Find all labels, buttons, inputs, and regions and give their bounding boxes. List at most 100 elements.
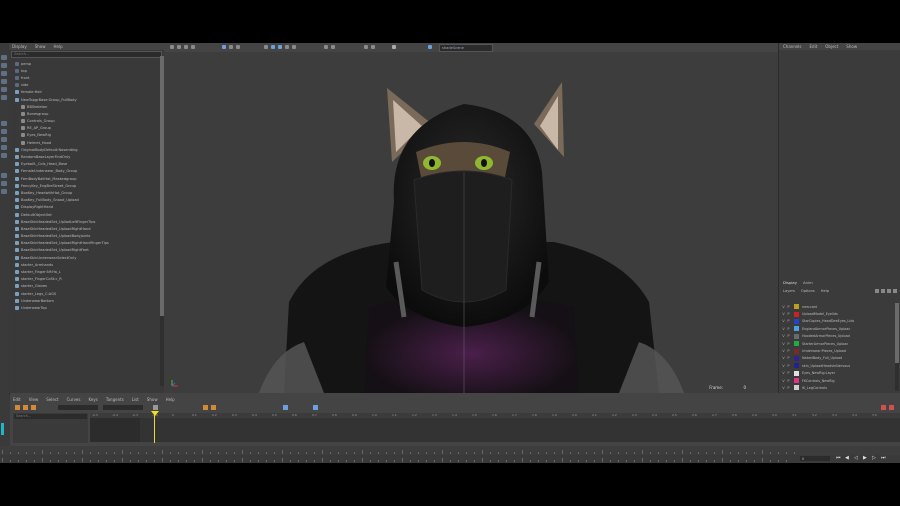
image-plane-icon[interactable] bbox=[191, 45, 195, 49]
layer-color-swatch[interactable] bbox=[794, 304, 799, 310]
grid-icon[interactable] bbox=[222, 45, 226, 49]
graph-editor-curve-area[interactable] bbox=[90, 418, 900, 442]
lights-icon[interactable] bbox=[285, 45, 289, 49]
layout-four-icon[interactable] bbox=[1, 129, 7, 134]
layer-color-swatch[interactable] bbox=[794, 311, 799, 317]
outliner-item[interactable]: Eyes_NewRig bbox=[9, 132, 159, 139]
ge-buffer-curve-icon[interactable] bbox=[283, 405, 288, 410]
select-tool-icon[interactable] bbox=[1, 55, 7, 60]
layer-playback-toggle[interactable]: P bbox=[786, 364, 791, 368]
textured-icon[interactable] bbox=[278, 45, 282, 49]
ge-menu-view[interactable]: View bbox=[29, 397, 39, 403]
channel-box-menu-channels[interactable]: Channels bbox=[783, 44, 802, 49]
gamma-icon[interactable] bbox=[392, 45, 396, 49]
layer-color-swatch[interactable] bbox=[794, 333, 799, 339]
playhead-marker[interactable] bbox=[151, 411, 159, 416]
move-layer-down-icon[interactable] bbox=[893, 288, 897, 293]
step-back-icon[interactable]: ◀ bbox=[845, 456, 850, 461]
ge-menu-edit[interactable]: Edit bbox=[13, 397, 21, 403]
anti-alias-icon[interactable] bbox=[371, 45, 375, 49]
outliner-item[interactable]: RandomBaseLayerFindOnly bbox=[9, 153, 159, 160]
layer-playback-toggle[interactable]: P bbox=[786, 312, 791, 316]
outliner-item[interactable]: starter_Finger:Nf:Ha_L bbox=[9, 268, 159, 275]
ge-menu-help[interactable]: Help bbox=[166, 397, 175, 403]
play-back-icon[interactable]: ◁ bbox=[854, 456, 859, 461]
range-slider[interactable]: 0 ⏮ ◀ ◁ ▶ ▷ ⏭ bbox=[0, 455, 900, 463]
outliner-item[interactable]: BaseSkinHeadedSet_UploadRightHand bbox=[9, 225, 159, 232]
isolate-select-icon[interactable] bbox=[331, 45, 335, 49]
outliner-item[interactable]: Helmet_Hood bbox=[9, 139, 159, 146]
outliner-item[interactable]: UnderwearTop bbox=[9, 304, 159, 311]
outliner-item[interactable]: starter_Legs_C:AGS bbox=[9, 290, 159, 297]
layer-color-swatch[interactable] bbox=[794, 326, 799, 332]
ge-menu-tangents[interactable]: Tangents bbox=[106, 397, 124, 403]
layer-playback-toggle[interactable]: P bbox=[786, 342, 791, 346]
ge-move-key-icon[interactable] bbox=[15, 405, 20, 410]
layer-row[interactable]: V P EnglandArmorPieces_Upload bbox=[781, 325, 893, 332]
layout-single-icon[interactable] bbox=[1, 121, 7, 126]
color-management-icon[interactable] bbox=[428, 45, 432, 49]
layer-row[interactable]: V Pskin_UploadHeadsInNervous bbox=[781, 362, 893, 369]
ge-insert-key-icon[interactable] bbox=[23, 405, 28, 410]
film-gate-icon[interactable] bbox=[229, 45, 233, 49]
layout-hypershade-icon[interactable] bbox=[1, 173, 7, 178]
outliner-item[interactable]: RE_AP_Group bbox=[9, 125, 159, 132]
layer-scrollbar[interactable] bbox=[895, 303, 899, 391]
viewport-persp[interactable]: Frame: 0 bbox=[164, 52, 778, 393]
rotate-tool-icon[interactable] bbox=[1, 87, 7, 92]
outliner-item[interactable]: BooKey_HeadwithHat_Group bbox=[9, 189, 159, 196]
outliner-item[interactable]: side bbox=[9, 82, 159, 89]
layer-menu-layers[interactable]: Layers bbox=[783, 289, 795, 293]
outliner-item[interactable]: UnderwearBottom bbox=[9, 297, 159, 304]
outliner-item[interactable]: starter_Gloves bbox=[9, 283, 159, 290]
ge-menu-show[interactable]: Show bbox=[147, 397, 158, 403]
channel-box-menu-edit[interactable]: Edit bbox=[810, 44, 818, 49]
layer-color-swatch[interactable] bbox=[794, 370, 799, 376]
ge-expand-icon[interactable] bbox=[881, 405, 886, 410]
layer-playback-toggle[interactable]: P bbox=[786, 371, 791, 375]
layout-custom-icon[interactable] bbox=[1, 189, 7, 194]
layout-side-icon[interactable] bbox=[1, 137, 7, 142]
outliner-search-input[interactable]: Search... bbox=[11, 51, 162, 58]
paint-tool-icon[interactable] bbox=[1, 71, 7, 76]
outliner-item[interactable]: FancyKey_EngBreStreet_Group bbox=[9, 182, 159, 189]
layer-row[interactable]: V P IK_LegControls bbox=[781, 384, 893, 391]
move-layer-up-icon[interactable] bbox=[887, 288, 891, 293]
layer-menu-options[interactable]: Options bbox=[801, 289, 815, 293]
go-start-icon[interactable]: ⏮ bbox=[836, 456, 841, 461]
layer-color-swatch[interactable] bbox=[794, 348, 799, 354]
outliner-item[interactable]: DefaultObjectSet bbox=[9, 211, 159, 218]
layer-color-swatch[interactable] bbox=[794, 363, 799, 369]
outliner-item[interactable]: BaseSkinHeadedSet_UploadRightFeet bbox=[9, 247, 159, 254]
ge-tangent-linear-icon[interactable] bbox=[211, 405, 216, 410]
move-tool-icon[interactable] bbox=[1, 79, 7, 84]
ge-lattice-icon[interactable] bbox=[31, 405, 36, 410]
layer-playback-toggle[interactable]: P bbox=[786, 327, 791, 331]
new-layer-icon[interactable] bbox=[875, 288, 879, 293]
layer-row[interactable]: V P StarCopies_HeadDeeEyes_Lids bbox=[781, 318, 893, 325]
channel-box-menu-show[interactable]: Show bbox=[846, 44, 857, 49]
resolution-gate-icon[interactable] bbox=[236, 45, 240, 49]
layer-toolbar-icons[interactable] bbox=[875, 288, 897, 293]
layer-playback-toggle[interactable]: P bbox=[786, 319, 791, 323]
layer-row[interactable]: V P UploadModel_Eyelids bbox=[781, 310, 893, 317]
time-slider[interactable] bbox=[0, 446, 900, 455]
outliner-item[interactable]: starter_FingerCoSt:c_R bbox=[9, 276, 159, 283]
select-camera-icon[interactable] bbox=[170, 45, 174, 49]
layer-playback-toggle[interactable]: P bbox=[786, 379, 791, 383]
scale-tool-icon[interactable] bbox=[1, 95, 7, 100]
layer-row[interactable]: V P Eyes_NewRig:Layer bbox=[781, 370, 893, 377]
ge-menu-curves[interactable]: Curves bbox=[67, 397, 81, 403]
camera-view-dropdown[interactable]: shadeScene bbox=[439, 44, 493, 52]
layer-row[interactable]: V P StarterArmorPieces_Upload bbox=[781, 340, 893, 347]
layout-outliner-icon[interactable] bbox=[1, 153, 7, 158]
graph-editor-color-tab[interactable] bbox=[1, 423, 4, 435]
layer-playback-toggle[interactable]: P bbox=[786, 334, 791, 338]
ge-search-input[interactable]: Search... bbox=[14, 414, 87, 419]
outliner-menu-help[interactable]: Help bbox=[54, 44, 63, 49]
outliner-item[interactable]: Bonesgroup bbox=[9, 110, 159, 117]
layer-color-swatch[interactable] bbox=[794, 385, 799, 391]
layer-playback-toggle[interactable]: P bbox=[786, 386, 791, 390]
ge-stats-field[interactable] bbox=[58, 405, 98, 410]
layer-playback-toggle[interactable]: P bbox=[786, 349, 791, 353]
